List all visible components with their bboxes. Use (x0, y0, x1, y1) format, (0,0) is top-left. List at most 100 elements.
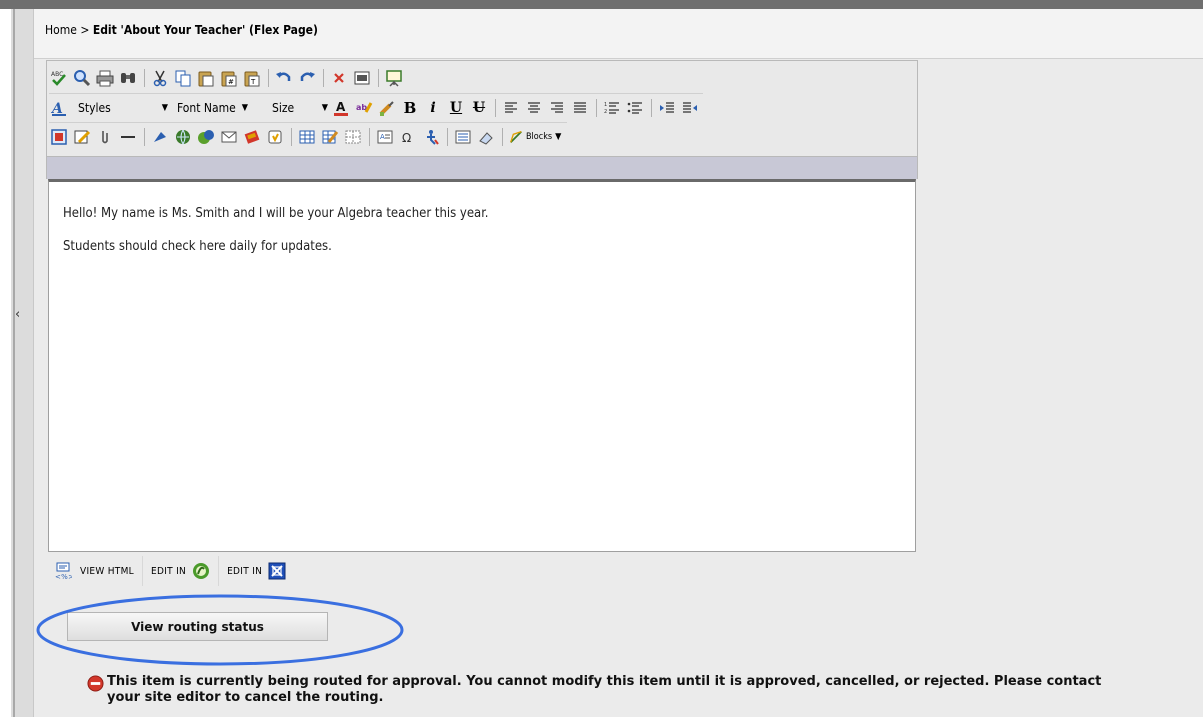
routing-warning-text-2: your site editor to cancel the routing. (107, 690, 384, 705)
document-link-icon[interactable] (196, 127, 216, 147)
breadcrumb-home-link[interactable]: Home (45, 23, 77, 37)
content-paragraph[interactable]: Hello! My name is Ms. Smith and I will b… (63, 206, 489, 221)
styles-dropdown[interactable]: Styles ▼ (72, 98, 168, 118)
redo-icon[interactable] (297, 68, 317, 88)
form-icon[interactable] (453, 127, 473, 147)
font-name-label: Font Name (177, 100, 236, 115)
attachment-icon[interactable] (95, 127, 115, 147)
edit-in-label: EDIT IN (227, 565, 263, 577)
toolbar-row-1: ABC # T (49, 64, 407, 91)
format-painter-icon[interactable] (377, 98, 397, 118)
anchor-icon[interactable] (150, 127, 170, 147)
strikethrough-label: U (472, 99, 486, 116)
chevron-down-icon: ▼ (241, 102, 248, 113)
delete-icon[interactable] (329, 68, 349, 88)
edit-in-dreamweaver-tab[interactable]: EDIT IN (143, 556, 220, 586)
breadcrumb-current: Edit 'About Your Teacher' (Flex Page) (92, 23, 318, 37)
styles-icon[interactable]: A (49, 98, 69, 118)
left-collapse-rail[interactable]: ‹ (11, 9, 34, 717)
strikethrough-button[interactable]: U (469, 98, 489, 118)
toolbar-row-3: A Ω Blocks ▼ (49, 122, 567, 150)
toolbar-separator (378, 68, 379, 87)
routing-warning-text: This item is currently being routed for … (107, 674, 1102, 689)
toolbar-separator (447, 127, 448, 146)
editor-content-area[interactable]: Hello! My name is Ms. Smith and I will b… (48, 179, 916, 552)
view-html-tab[interactable]: <%> VIEW HTML (46, 556, 143, 586)
toolbar-separator (144, 127, 145, 146)
paste-icon[interactable] (196, 68, 216, 88)
media-icon[interactable] (242, 127, 262, 147)
editor-mode-tabs: <%> VIEW HTML EDIT IN EDIT IN (46, 556, 294, 586)
text-box-icon[interactable]: A (375, 127, 395, 147)
align-center-icon[interactable] (524, 98, 544, 118)
toolbar-separator (495, 98, 496, 117)
print-icon[interactable] (95, 68, 115, 88)
toolbar-separator (144, 68, 145, 87)
view-html-label: VIEW HTML (80, 565, 134, 577)
ordered-list-icon[interactable]: 12 (602, 98, 622, 118)
email-link-icon[interactable] (219, 127, 239, 147)
align-left-icon[interactable] (501, 98, 521, 118)
svg-text:Ω: Ω (402, 131, 411, 145)
svg-text:1: 1 (604, 102, 607, 108)
paste-word-icon[interactable]: T (242, 68, 262, 88)
breadcrumb-separator: > (80, 23, 90, 37)
dreamweaver-icon (192, 562, 210, 580)
horizontal-rule-icon[interactable] (118, 127, 138, 147)
hyperlink-icon[interactable] (173, 127, 193, 147)
outdent-icon[interactable] (680, 98, 700, 118)
svg-text:2: 2 (604, 109, 607, 115)
insert-table-icon[interactable] (297, 127, 317, 147)
font-size-dropdown[interactable]: Size ▼ (266, 98, 328, 118)
main-panel: Home > Edit 'About Your Teacher' (Flex P… (34, 9, 1203, 717)
cut-icon[interactable] (150, 68, 170, 88)
toolbar-separator (291, 127, 292, 146)
blocks-icon (510, 130, 522, 143)
copy-icon[interactable] (173, 68, 193, 88)
italic-label: i (430, 99, 436, 116)
font-name-dropdown[interactable]: Font Name ▼ (171, 98, 263, 118)
indent-icon[interactable] (657, 98, 677, 118)
underline-label: U (449, 99, 463, 116)
unordered-list-icon[interactable] (625, 98, 645, 118)
flash-icon[interactable] (265, 127, 285, 147)
rail-divider (13, 9, 15, 717)
svg-text:<%>: <%> (55, 573, 72, 580)
edit-table-icon[interactable] (320, 127, 340, 147)
blocks-dropdown[interactable]: Blocks ▼ (508, 127, 564, 147)
undo-icon[interactable] (274, 68, 294, 88)
contribute-icon (268, 562, 286, 580)
align-right-icon[interactable] (547, 98, 567, 118)
styles-label: Styles (78, 100, 111, 115)
binoculars-icon[interactable] (118, 68, 138, 88)
stop-icon (87, 675, 104, 692)
special-character-icon[interactable]: Ω (398, 127, 418, 147)
table-borders-icon[interactable] (343, 127, 363, 147)
view-routing-status-button[interactable]: View routing status (67, 612, 328, 641)
presentation-icon[interactable] (384, 68, 404, 88)
chevron-down-icon: ▼ (161, 102, 168, 113)
spellcheck-icon[interactable]: ABC (49, 68, 69, 88)
underline-button[interactable]: U (446, 98, 466, 118)
window-top-border (0, 0, 1203, 9)
find-icon[interactable] (72, 68, 92, 88)
chevron-left-icon[interactable]: ‹ (15, 307, 20, 322)
select-all-icon[interactable] (352, 68, 372, 88)
italic-button[interactable]: i (423, 98, 443, 118)
text-color-icon[interactable]: A (331, 98, 351, 118)
accessibility-icon[interactable] (421, 127, 441, 147)
svg-text:ABC: ABC (51, 71, 63, 78)
align-justify-icon[interactable] (570, 98, 590, 118)
toolbar-separator (596, 98, 597, 117)
breadcrumb: Home > Edit 'About Your Teacher' (Flex P… (34, 9, 1203, 59)
highlight-color-icon[interactable]: ab (354, 98, 374, 118)
content-paragraph[interactable]: Students should check here daily for upd… (63, 239, 332, 254)
eraser-icon[interactable] (476, 127, 496, 147)
bold-button[interactable]: B (400, 98, 420, 118)
edit-image-icon[interactable] (72, 127, 92, 147)
image-icon[interactable] (49, 127, 69, 147)
edit-in-contribute-tab[interactable]: EDIT IN (219, 556, 294, 586)
window-left-margin (0, 9, 11, 717)
paste-text-icon[interactable]: # (219, 68, 239, 88)
html-code-icon: <%> (54, 562, 72, 580)
